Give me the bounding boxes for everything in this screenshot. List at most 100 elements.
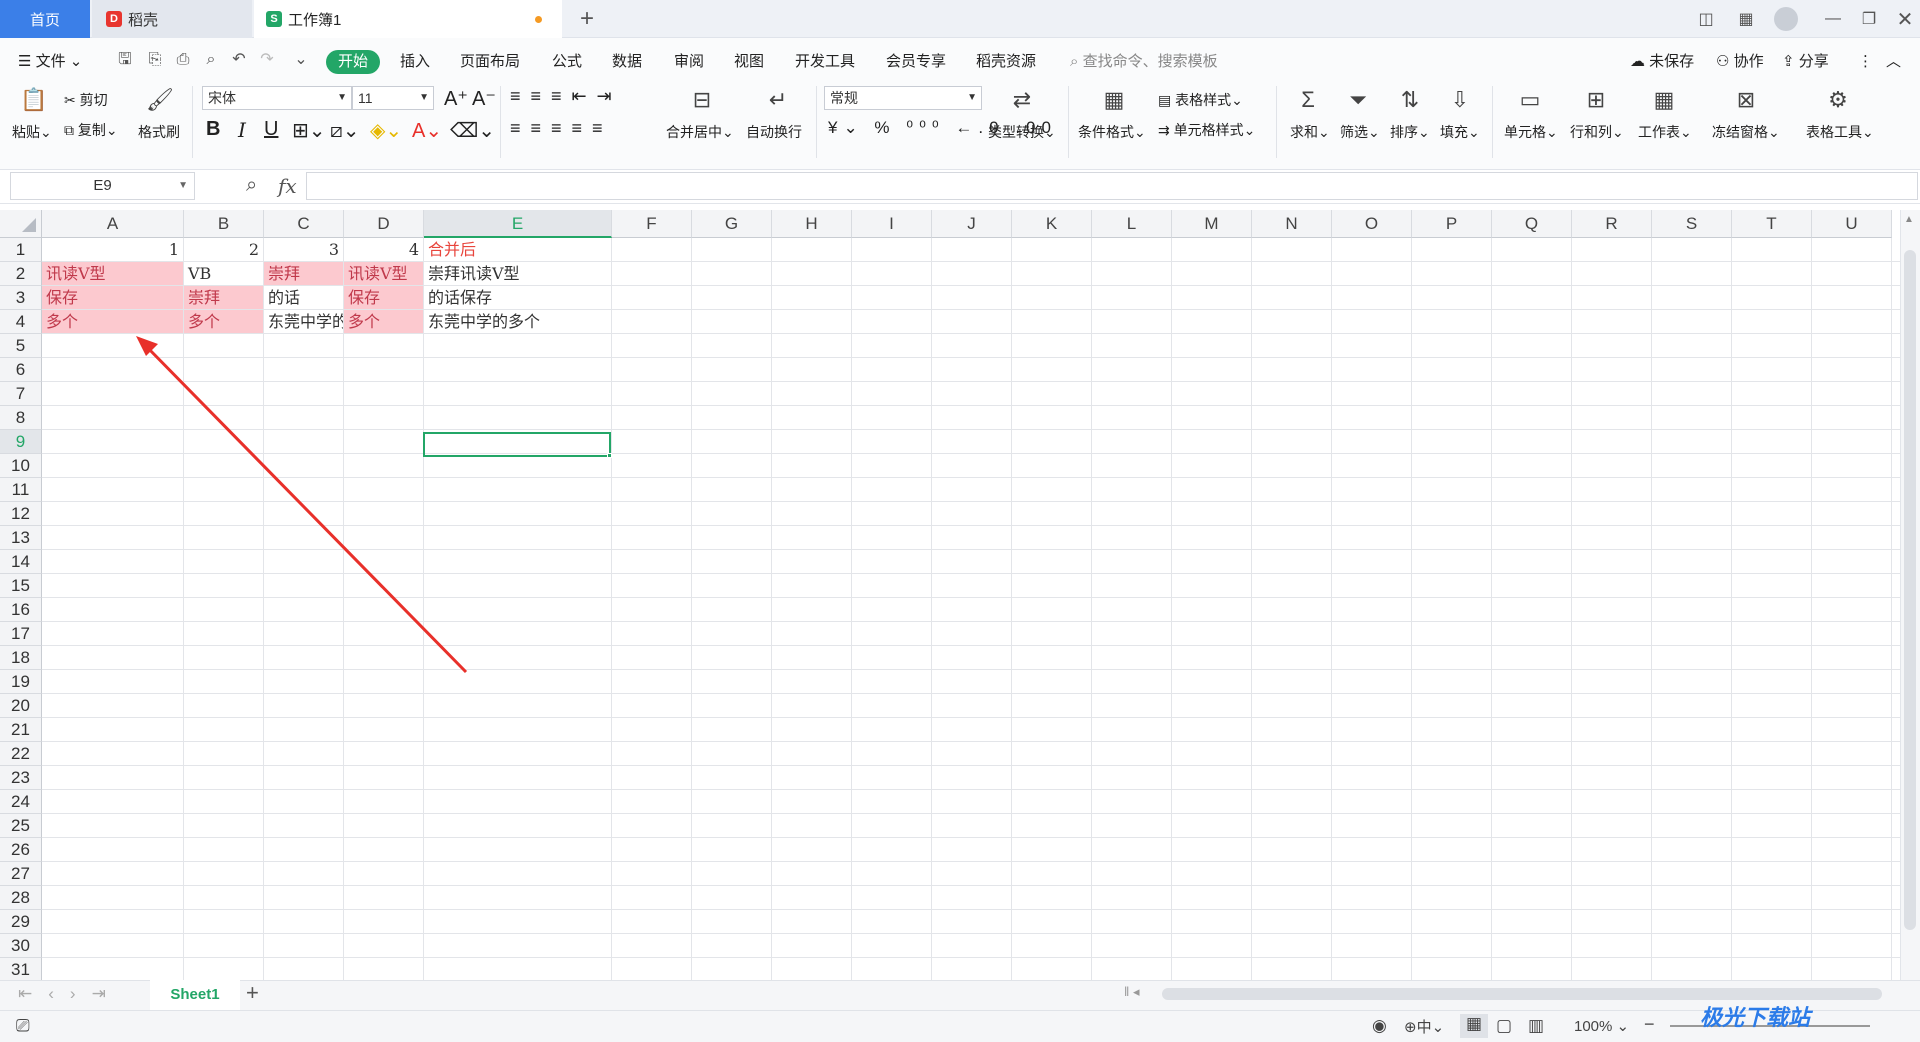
horizontal-align-icons[interactable]: ≡≡≡≡≡ — [510, 118, 613, 139]
macro-icon[interactable]: ⎚ — [16, 1016, 30, 1036]
page-break-view-icon[interactable]: ▥ — [1528, 1016, 1544, 1036]
font-size-select[interactable]: 11 ▼ — [352, 86, 434, 110]
fill-pattern-icon[interactable]: ⧄⌄ — [330, 118, 359, 143]
sum-icon[interactable]: Σ — [1294, 86, 1322, 118]
undo-icon[interactable]: ↶ — [228, 49, 250, 71]
font-color-icon[interactable]: A⌄ — [412, 118, 442, 143]
type-convert-button[interactable]: 类型转换⌄ — [988, 122, 1056, 142]
filter-button[interactable]: 筛选⌄ — [1340, 122, 1380, 142]
scroll-up-icon[interactable]: ▲ — [1904, 214, 1914, 225]
paste-button[interactable]: 粘贴⌄ — [12, 122, 52, 142]
menu-review[interactable]: 审阅 — [674, 50, 704, 74]
menu-resources[interactable]: 稻壳资源 — [976, 50, 1036, 74]
redo-icon[interactable]: ↷ — [256, 49, 278, 71]
filter-icon[interactable]: ⏷ — [1344, 86, 1372, 118]
fx-button[interactable]: fx — [278, 174, 297, 198]
vertical-align-icons[interactable]: ≡≡≡⇤⇥ — [510, 86, 622, 107]
save-icon[interactable]: 🖫 — [114, 49, 136, 71]
worksheet-icon[interactable]: ▦ — [1648, 86, 1680, 118]
wrap-text-button[interactable]: 自动换行 — [746, 122, 802, 142]
fill-down-icon[interactable]: ⇩ — [1446, 86, 1474, 118]
font-grow-icon[interactable]: A⁺ — [444, 86, 468, 111]
sheet-tab-sheet1[interactable]: Sheet1 — [150, 980, 240, 1010]
menu-page-layout[interactable]: 页面布局 — [460, 50, 520, 74]
format-painter-icon[interactable]: 🖌 — [144, 86, 176, 118]
zoom-search-icon[interactable]: ⌕ — [246, 174, 257, 197]
cut-button[interactable]: ✂ 剪切 — [64, 90, 108, 110]
wrap-text-icon[interactable]: ↵ — [760, 86, 796, 118]
add-sheet-button[interactable]: + — [246, 980, 259, 1006]
italic-icon[interactable]: I — [238, 118, 246, 142]
export-pdf-icon[interactable]: ⎘ — [144, 49, 166, 71]
freeze-panes-icon[interactable]: ⊠ — [1730, 86, 1762, 118]
menu-formula[interactable]: 公式 — [552, 50, 582, 74]
cell-icon[interactable]: ▭ — [1514, 86, 1546, 118]
menu-developer[interactable]: 开发工具 — [795, 50, 855, 74]
bold-icon[interactable]: B — [206, 118, 220, 141]
table-style-button[interactable]: ▤ 表格样式⌄ — [1158, 90, 1243, 110]
eye-protect-icon[interactable]: ◉ — [1372, 1016, 1387, 1036]
new-tab-button[interactable]: + — [572, 0, 602, 38]
close-icon[interactable]: ✕ — [1887, 0, 1920, 38]
underline-icon[interactable]: U — [264, 118, 278, 141]
normal-view-icon[interactable]: ▦ — [1460, 1014, 1488, 1038]
more-icon[interactable]: ⋮ — [1858, 50, 1873, 74]
hscroll-split-icon[interactable]: ‖ ◂ — [1124, 984, 1140, 1000]
horizontal-scroll-thumb[interactable] — [1162, 988, 1882, 1000]
type-convert-icon[interactable]: ⇄ — [1004, 86, 1040, 118]
border-icon[interactable]: ⊞⌄ — [292, 118, 326, 143]
ime-status[interactable]: ⊕中⌄ — [1404, 1016, 1444, 1037]
menu-member[interactable]: 会员专享 — [886, 50, 946, 74]
menu-data[interactable]: 数据 — [612, 50, 642, 74]
tab-daoke[interactable]: D 稻壳 — [92, 0, 252, 38]
page-layout-view-icon[interactable]: ▢ — [1496, 1016, 1512, 1036]
spreadsheet-grid[interactable]: ABCDEFGHIJKLMNOPQRSTU 1 2 3 4 5 6 7 8 9 10 11 12 13 1… — [0, 210, 1900, 980]
sum-button[interactable]: 求和⌄ — [1290, 122, 1330, 142]
copy-button[interactable]: ⧉ 复制⌄ — [64, 120, 118, 140]
tab-workbook[interactable]: S 工作簿1 — [254, 0, 562, 38]
merge-center-icon[interactable]: ⊟ — [684, 86, 720, 118]
name-box[interactable]: E9 ▼ — [10, 172, 195, 200]
formula-input[interactable] — [306, 172, 1918, 200]
avatar[interactable] — [1768, 0, 1804, 38]
collapse-ribbon-icon[interactable]: ︿ — [1886, 50, 1901, 74]
quick-access-more-icon[interactable]: ⌄ — [290, 49, 312, 71]
format-painter-button[interactable]: 格式刷 — [138, 122, 180, 142]
share-button[interactable]: ⇪ 分享 — [1782, 50, 1829, 74]
file-menu[interactable]: ☰ 文件 ⌄ — [18, 50, 82, 74]
sort-button[interactable]: 排序⌄ — [1390, 122, 1430, 142]
conditional-format-icon[interactable]: ▦ — [1096, 86, 1132, 118]
font-family-select[interactable]: 宋体 ▼ — [202, 86, 352, 110]
merge-center-button[interactable]: 合并居中⌄ — [666, 122, 734, 142]
table-tools-button[interactable]: 表格工具⌄ — [1806, 122, 1874, 142]
table-tools-icon[interactable]: ⚙ — [1822, 86, 1854, 118]
paste-icon[interactable]: 📋 — [16, 86, 52, 118]
number-format-select[interactable]: 常规 ▼ — [824, 86, 982, 110]
sort-icon[interactable]: ⇅ — [1396, 86, 1424, 118]
menu-view[interactable]: 视图 — [734, 50, 764, 74]
vertical-scroll-thumb[interactable] — [1904, 250, 1916, 930]
grid-apps-icon[interactable]: ▦ — [1728, 0, 1764, 38]
print-preview-icon[interactable]: ⌕ — [200, 49, 222, 71]
layout-icon[interactable]: ◫ — [1688, 0, 1724, 38]
menu-insert[interactable]: 插入 — [400, 50, 430, 74]
cell-button[interactable]: 单元格⌄ — [1504, 122, 1558, 142]
row-col-button[interactable]: 行和列⌄ — [1570, 122, 1624, 142]
font-shrink-icon[interactable]: A⁻ — [472, 86, 496, 111]
fill-button[interactable]: 填充⌄ — [1440, 122, 1480, 142]
zoom-out-icon[interactable]: − — [1644, 1014, 1655, 1035]
menu-start[interactable]: 开始 — [326, 50, 381, 74]
fill-color-icon[interactable]: ◈⌄ — [370, 118, 402, 143]
zoom-level[interactable]: 100% ⌄ — [1574, 1017, 1629, 1035]
print-icon[interactable]: ⎙ — [172, 49, 194, 71]
clear-format-icon[interactable]: ⌫⌄ — [450, 118, 495, 143]
command-search[interactable]: ⌕ 查找命令、搜索模板 — [1070, 50, 1218, 74]
unsaved-status[interactable]: ☁ 未保存 — [1630, 50, 1694, 74]
minimize-icon[interactable]: — — [1815, 0, 1851, 38]
worksheet-button[interactable]: 工作表⌄ — [1638, 122, 1692, 142]
cell-style-button[interactable]: ⇉ 单元格样式⌄ — [1158, 120, 1255, 140]
collab-button[interactable]: ⚇ 协作 — [1716, 50, 1764, 74]
restore-icon[interactable]: ❐ — [1851, 0, 1887, 38]
row-col-icon[interactable]: ⊞ — [1580, 86, 1612, 118]
tab-home[interactable]: 首页 — [0, 0, 90, 38]
